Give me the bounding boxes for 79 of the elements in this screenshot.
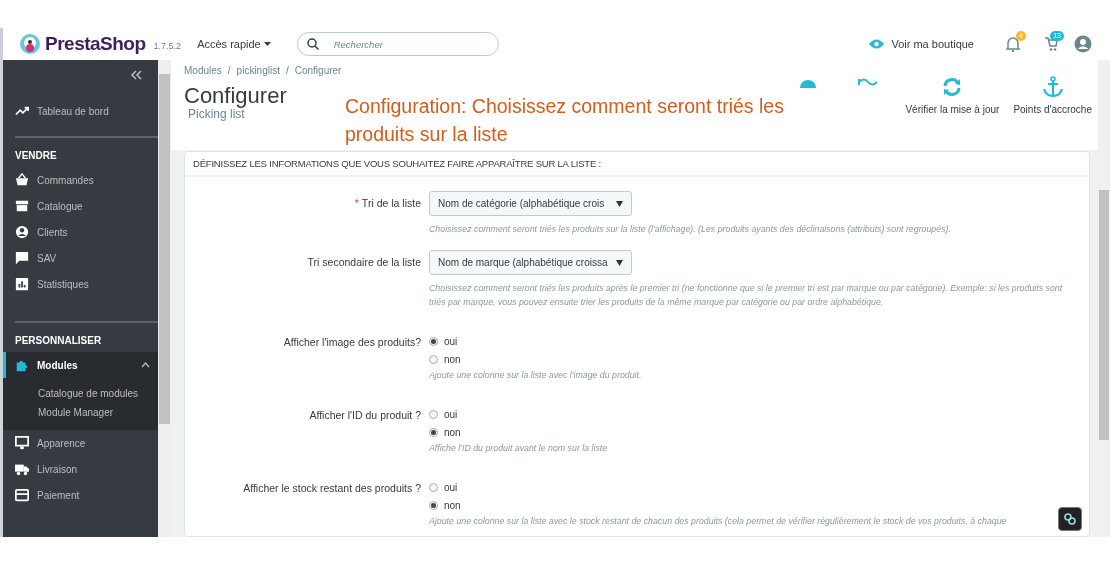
scrollbar[interactable] bbox=[1098, 60, 1110, 537]
eye-icon bbox=[869, 39, 885, 49]
sidebar-item[interactable]: Apparence bbox=[3, 430, 158, 456]
toolbar-button[interactable]: Vérifier la mise à jour bbox=[905, 76, 1000, 115]
sidebar-item[interactable]: Statistiques bbox=[3, 271, 158, 297]
radio-button[interactable] bbox=[429, 355, 438, 364]
monitor-icon bbox=[15, 436, 29, 450]
help-text: Ajoute une colonne sur la liste avec l'image du produit. bbox=[429, 369, 642, 382]
collapse-icon[interactable] bbox=[130, 70, 142, 80]
logo-icon bbox=[19, 33, 41, 55]
sidebar-item[interactable]: Livraison bbox=[3, 456, 158, 482]
select-field[interactable]: Nom de marque (alphabétique croissa bbox=[429, 250, 632, 275]
truck-icon bbox=[15, 462, 29, 476]
submenu-item[interactable]: Catalogue de modules bbox=[3, 384, 158, 403]
caret-icon bbox=[616, 259, 623, 266]
search-icon bbox=[306, 38, 319, 50]
radio-button[interactable] bbox=[429, 483, 438, 492]
sidebar-item[interactable]: SAV bbox=[3, 245, 158, 271]
view-shop-link[interactable]: Voir ma boutique bbox=[869, 38, 974, 50]
field-label: Afficher l'ID du produit ? bbox=[308, 408, 421, 423]
trend-icon bbox=[15, 104, 29, 118]
caret-icon bbox=[616, 200, 623, 207]
breadcrumb-link[interactable]: Configurer bbox=[294, 65, 342, 76]
radio-label[interactable]: non bbox=[444, 427, 461, 438]
help-text: Choisissez comment seront triés les produits sur la liste (l'affichage). (Les produits ayants des déclinaisons (attributs) sont regroupés). bbox=[429, 223, 951, 236]
chat-icon bbox=[15, 251, 29, 265]
sidebar-heading: PERSONNALISER bbox=[14, 334, 103, 348]
sidebar-item[interactable]: Clients bbox=[3, 219, 158, 245]
help-text: Ajoute une colonne sur la liste avec le stock restant de chacun des produits (cela permet de vérifier régulièrement le stock de vos produits, à chaque bbox=[429, 515, 1007, 528]
user-circle-icon bbox=[15, 225, 29, 239]
version-text: 1.7.5.2 bbox=[153, 41, 182, 51]
sidebar-item[interactable]: Tableau de bord bbox=[3, 98, 158, 124]
radio-button[interactable] bbox=[429, 337, 438, 346]
radio-button[interactable] bbox=[429, 428, 438, 437]
toolbar-icon[interactable] bbox=[857, 76, 880, 88]
sidebar-item[interactable]: Catalogue bbox=[3, 193, 158, 219]
radio-label[interactable]: oui bbox=[444, 336, 458, 347]
bar-chart-icon bbox=[15, 277, 29, 291]
breadcrumb-link[interactable]: pickinglist bbox=[236, 65, 280, 76]
sidebar-item[interactable]: Commandes bbox=[3, 167, 158, 193]
field-label: Afficher l'image des produits? bbox=[282, 335, 421, 350]
field-label: Afficher le stock restant des produits ? bbox=[242, 481, 421, 496]
field-label: * Tri de la liste bbox=[353, 196, 421, 211]
radio-label[interactable]: oui bbox=[444, 482, 458, 493]
page-subtitle: Picking list bbox=[188, 108, 245, 120]
user-avatar-icon[interactable] bbox=[1074, 35, 1092, 53]
radio-label[interactable]: oui bbox=[444, 409, 458, 420]
basket-icon bbox=[15, 173, 29, 187]
page-title: Configurer bbox=[184, 84, 287, 108]
help-text: Choisissez comment seront triés les produits après le premier tri (ne fonctionne que si le premier tri est par marque ou par catégorie). Exemple: si les produits sont triés par marque, vous pouvez ensuite trier les produits de la même marque par catégorie ou par ordre alphabétique. bbox=[429, 282, 1064, 309]
scrollbar[interactable] bbox=[158, 60, 171, 537]
anchor-icon bbox=[1041, 76, 1064, 98]
panel-heading: DÉFINISSEZ LES INFORMATIONS QUE VOUS SOUHAITEZ FAIRE APPARAÎTRE SUR LA LISTE : bbox=[185, 152, 1089, 177]
caret-icon bbox=[263, 42, 271, 46]
radio-label[interactable]: non bbox=[444, 354, 461, 365]
quick-access-menu[interactable]: Accès rapide bbox=[197, 38, 271, 50]
floating-button[interactable] bbox=[1058, 507, 1082, 531]
puzzle-icon bbox=[15, 358, 29, 372]
store-icon bbox=[15, 199, 29, 213]
radio-button[interactable] bbox=[429, 410, 438, 419]
bell-icon bbox=[1006, 36, 1020, 52]
toolbar-button[interactable]: Points d'accroche bbox=[1013, 76, 1092, 115]
search-field[interactable]: Rechercher bbox=[296, 32, 499, 56]
logo-text: PrestaShop bbox=[45, 33, 146, 55]
breadcrumb-link[interactable]: Modules bbox=[184, 65, 222, 76]
link-icon bbox=[1063, 512, 1077, 526]
card-icon bbox=[15, 488, 29, 502]
help-text: Affiche l'ID du produit avant le nom sur la liste bbox=[429, 442, 608, 455]
field-label: Tri secondaire de la liste bbox=[306, 255, 421, 270]
select-field[interactable]: Nom de catégorie (alphabétique crois bbox=[429, 191, 632, 216]
sidebar-item[interactable]: Modules bbox=[3, 352, 158, 378]
breadcrumb-separator: / bbox=[285, 65, 289, 76]
breadcrumb-separator: / bbox=[227, 65, 231, 76]
sidebar-heading: VENDRE bbox=[14, 149, 58, 163]
radio-label[interactable]: non bbox=[444, 500, 461, 511]
cart-icon bbox=[1044, 36, 1058, 52]
radio-button[interactable] bbox=[429, 501, 438, 510]
sidebar-item[interactable]: Paiement bbox=[3, 482, 158, 508]
submenu-item[interactable]: Module Manager bbox=[3, 403, 158, 422]
